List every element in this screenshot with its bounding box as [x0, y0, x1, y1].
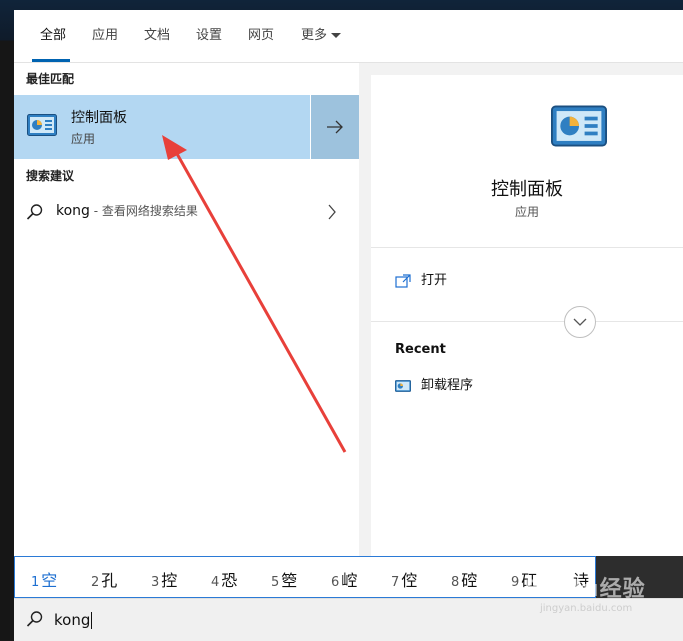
watermark: Baidu经验 [524, 577, 646, 602]
search-tabs: 全部 应用 文档 设置 网页 更多 [14, 10, 683, 63]
ime-candidate-number: 1 [31, 575, 40, 590]
ime-candidate-number: 4 [211, 575, 220, 590]
chevron-right-icon[interactable] [327, 204, 337, 220]
ime-candidate-number: 7 [391, 575, 400, 590]
recent-header: Recent [395, 342, 446, 357]
ime-candidate[interactable]: 5箜 [271, 567, 297, 591]
ime-candidate[interactable]: 3控 [151, 567, 177, 591]
web-suggestion-item[interactable]: kong - 查看网络搜索结果 [14, 195, 359, 227]
open-icon [395, 273, 411, 288]
ime-candidate-bar: 1空 2孔 3控 4恐 5箜 6崆 7倥 8硿 9矼 诗 [14, 556, 596, 598]
ime-candidate-number: 5 [271, 575, 280, 590]
control-panel-icon [27, 114, 57, 136]
ime-candidate-char: 恐 [221, 571, 238, 590]
best-match-subtitle: 应用 [71, 132, 96, 146]
search-icon [26, 204, 43, 220]
expand-button[interactable] [564, 306, 596, 338]
active-tab-indicator [32, 59, 70, 62]
open-details-button[interactable] [311, 95, 359, 159]
control-panel-large-icon [551, 105, 607, 147]
ime-candidate[interactable]: 8硿 [451, 567, 477, 591]
arrow-right-icon [327, 120, 343, 134]
text-caret [91, 612, 93, 629]
details-pane: 控制面板 应用 打开 Recent 卸载程序 [371, 75, 683, 556]
results-list: 最佳匹配 控制面板 应用 搜索建议 kong - 查看网络搜索结果 [14, 63, 359, 556]
details-subtitle: 应用 [514, 205, 539, 219]
ime-candidate[interactable]: 2孔 [91, 567, 117, 591]
divider [371, 247, 683, 248]
open-label: 打开 [421, 273, 448, 288]
ime-candidate[interactable]: 4恐 [211, 567, 237, 591]
ime-candidate-number: 3 [151, 575, 160, 590]
ime-candidate-char: 空 [41, 571, 58, 590]
tab-documents[interactable]: 文档 [144, 27, 170, 45]
search-icon [26, 611, 43, 627]
details-title: 控制面板 [491, 179, 563, 200]
search-query-text: kong [54, 611, 91, 629]
ime-candidate[interactable]: 1空 [31, 567, 57, 591]
open-action[interactable]: 打开 [395, 269, 447, 288]
best-match-header: 最佳匹配 [26, 72, 75, 86]
ime-candidate-char: 箜 [281, 571, 298, 590]
watermark-url: jingyan.baidu.com [540, 603, 633, 614]
control-panel-icon [395, 379, 411, 392]
tab-settings[interactable]: 设置 [196, 27, 222, 45]
tab-web[interactable]: 网页 [248, 27, 274, 45]
ime-candidate-number: 2 [91, 575, 100, 590]
ime-candidate-char: 硿 [461, 571, 478, 590]
divider [371, 321, 683, 322]
chevron-down-icon [331, 33, 342, 38]
recent-item-label: 卸载程序 [421, 378, 474, 393]
ime-candidate-number: 6 [331, 575, 340, 590]
ime-candidate-char: 倥 [401, 571, 418, 590]
tab-all[interactable]: 全部 [40, 27, 66, 45]
suggestion-text: kong - 查看网络搜索结果 [56, 202, 198, 219]
ime-candidate-char: 孔 [101, 571, 118, 590]
search-suggestions-header: 搜索建议 [26, 169, 75, 183]
ime-candidate[interactable]: 6崆 [331, 567, 357, 591]
ime-candidate-char: 控 [161, 571, 178, 590]
ime-candidate-number: 9 [511, 575, 520, 590]
ime-candidate-char: 崆 [341, 571, 358, 590]
start-search-panel: 全部 应用 文档 设置 网页 更多 最佳匹配 控制面板 应用 搜索建议 kong… [14, 10, 683, 556]
best-match-item[interactable]: 控制面板 应用 [14, 95, 310, 159]
chevron-down-icon [573, 318, 587, 326]
ime-candidate[interactable]: 7倥 [391, 567, 417, 591]
suggestion-description: - 查看网络搜索结果 [89, 204, 198, 218]
recent-item[interactable]: 卸载程序 [395, 374, 473, 393]
tab-more-label: 更多 [301, 28, 328, 43]
search-input[interactable]: kong [54, 611, 93, 629]
suggestion-query: kong [56, 203, 90, 219]
best-match-title: 控制面板 [71, 110, 127, 126]
tab-apps[interactable]: 应用 [92, 27, 118, 45]
ime-candidate-number: 8 [451, 575, 460, 590]
tab-more[interactable]: 更多 [301, 27, 342, 45]
